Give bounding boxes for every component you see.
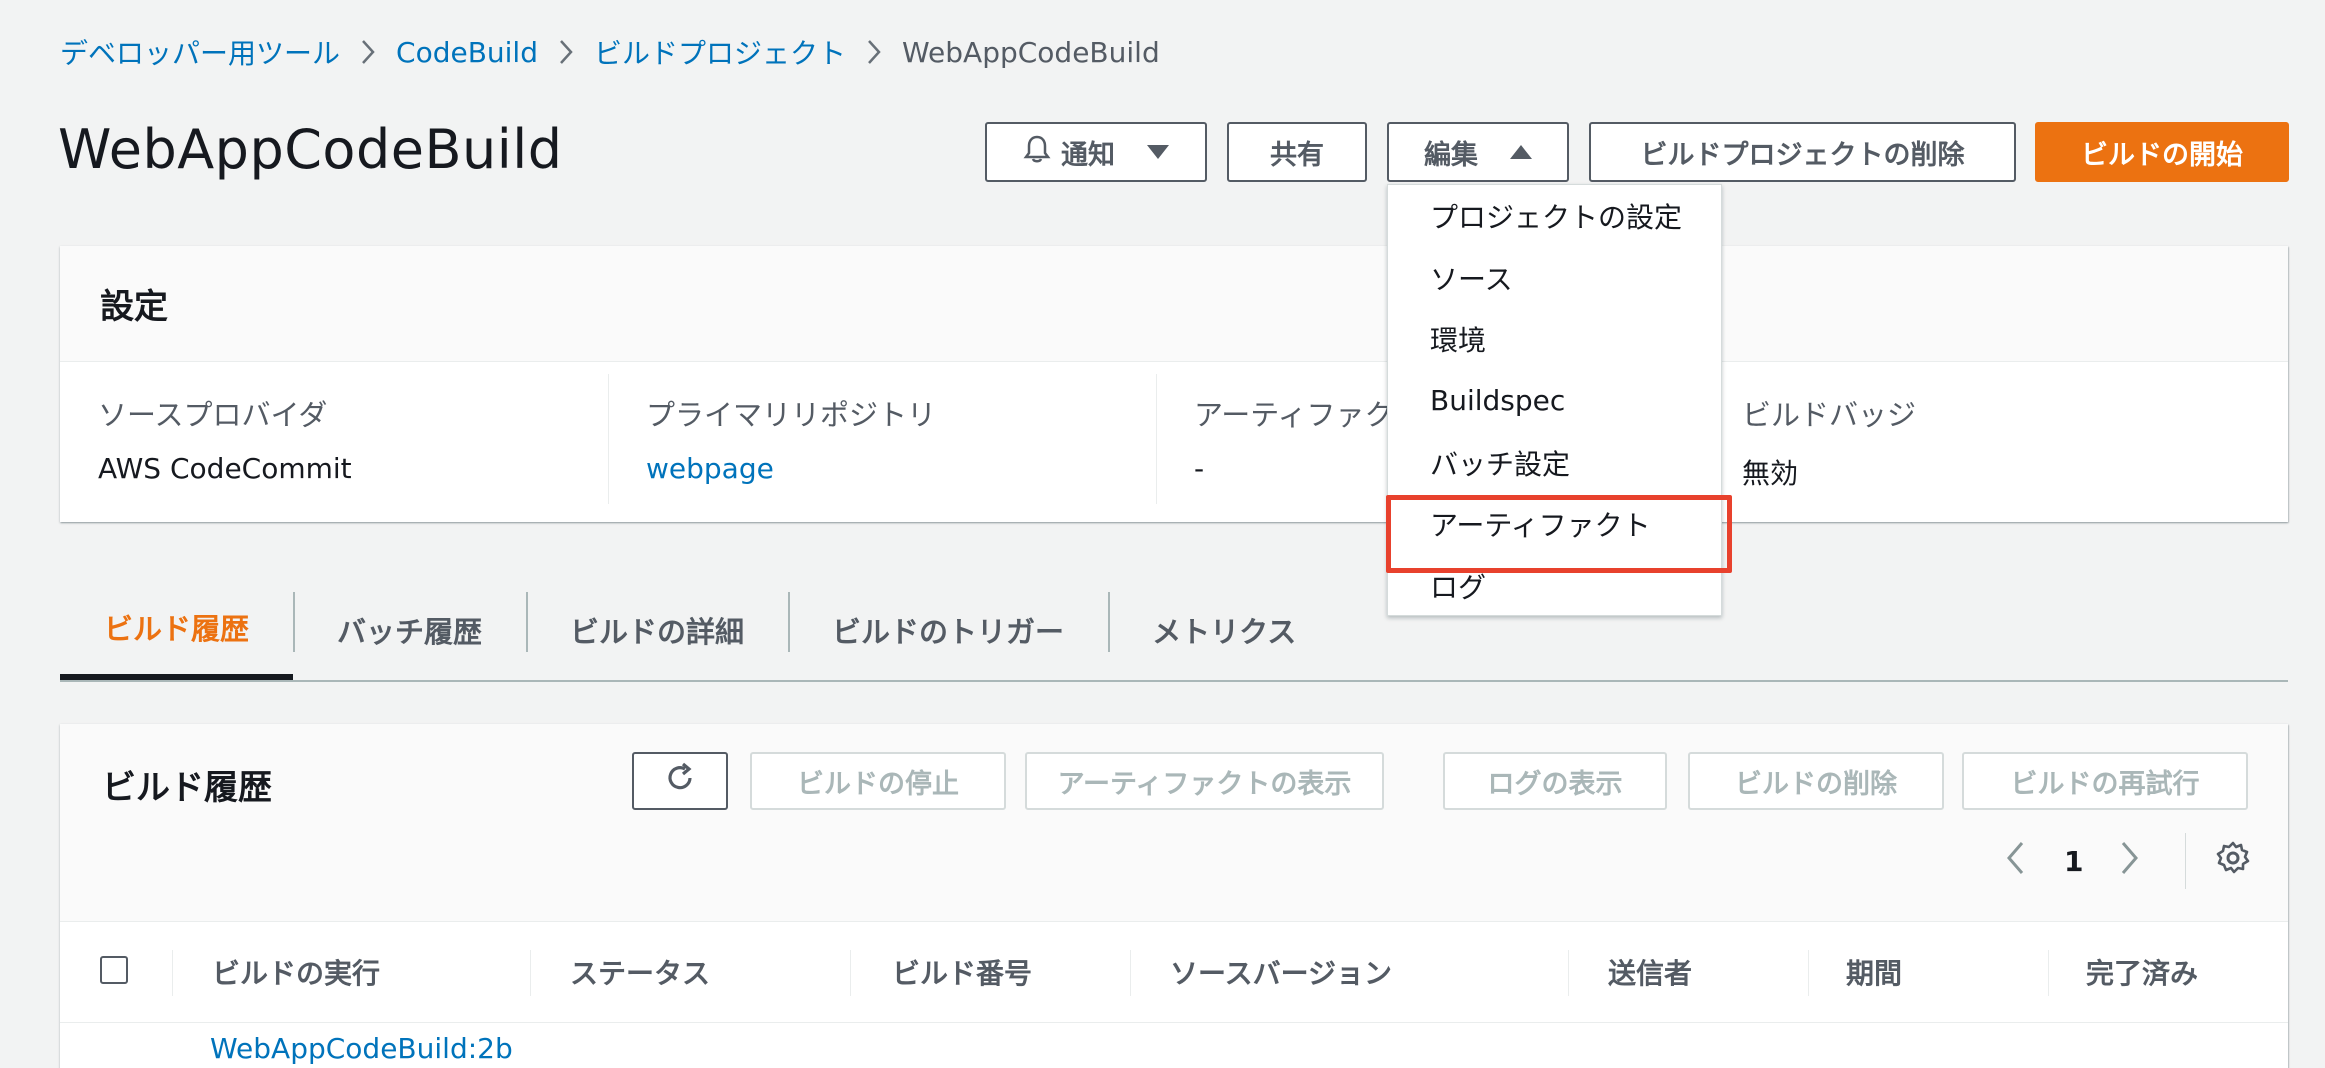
breadcrumb-current: WebAppCodeBuild	[902, 35, 1160, 69]
setting-value: AWS CodeCommit	[98, 452, 352, 485]
notify-button[interactable]: 通知	[985, 122, 1207, 182]
refresh-button[interactable]	[632, 752, 728, 810]
menu-item-artifacts[interactable]: アーティファクト	[1386, 493, 1732, 574]
column-divider	[530, 950, 531, 996]
column-completed[interactable]: 完了済み	[2086, 922, 2198, 1022]
gear-icon[interactable]	[2216, 841, 2250, 882]
notify-label: 通知	[1061, 139, 1115, 170]
menu-item-source[interactable]: ソース	[1388, 247, 1721, 309]
menu-item-buildspec[interactable]: Buildspec	[1388, 370, 1721, 432]
tab-batch-history[interactable]: バッチ履歴	[293, 580, 526, 680]
delete-project-button[interactable]: ビルドプロジェクトの削除	[1589, 122, 2016, 182]
pager-divider	[2185, 833, 2187, 889]
build-run-link[interactable]: WebAppCodeBuild:2b	[210, 1032, 513, 1065]
column-divider	[1568, 950, 1569, 996]
next-page-icon[interactable]	[2117, 840, 2141, 883]
chevron-right-icon	[846, 39, 902, 65]
view-logs-button[interactable]: ログの表示	[1443, 752, 1667, 810]
menu-item-batch-settings[interactable]: バッチ設定	[1388, 432, 1721, 494]
current-page[interactable]: 1	[2064, 845, 2083, 878]
build-history-header: ビルド履歴 ビルドの停止 アーティファクトの表示 ログの表示 ビルドの削除 ビル…	[60, 724, 2288, 922]
breadcrumb-build-projects[interactable]: ビルドプロジェクト	[594, 32, 846, 72]
table-header: ビルドの実行 ステータス ビルド番号 ソースバージョン 送信者 期間 完了済み	[60, 922, 2288, 1022]
edit-button[interactable]: 編集	[1387, 122, 1569, 182]
select-all-checkbox[interactable]	[100, 956, 128, 984]
column-divider	[2048, 950, 2049, 996]
chevron-right-icon	[340, 39, 396, 65]
column-source-version[interactable]: ソースバージョン	[1170, 922, 1392, 1022]
delete-build-button[interactable]: ビルドの削除	[1688, 752, 1944, 810]
settings-header: 設定	[60, 246, 2288, 362]
tab-build-triggers[interactable]: ビルドのトリガー	[788, 580, 1108, 680]
start-build-button[interactable]: ビルドの開始	[2035, 122, 2289, 182]
caret-down-icon	[1147, 145, 1169, 159]
setting-build-badge: ビルドバッジ 無効	[1704, 362, 2252, 522]
setting-primary-repository: プライマリリポジトリ webpage	[608, 362, 1156, 522]
tab-build-history[interactable]: ビルド履歴	[60, 580, 294, 680]
setting-label: ソースプロバイダ	[98, 398, 328, 432]
settings-panel: 設定 ソースプロバイダ AWS CodeCommit プライマリリポジトリ we…	[60, 246, 2288, 522]
menu-item-environment[interactable]: 環境	[1388, 308, 1721, 370]
edit-label: 編集	[1424, 139, 1478, 170]
tab-build-details[interactable]: ビルドの詳細	[526, 580, 788, 680]
column-status[interactable]: ステータス	[570, 922, 710, 1022]
breadcrumb-codebuild[interactable]: CodeBuild	[396, 36, 538, 69]
column-divider	[1808, 950, 1809, 996]
caret-up-icon	[1510, 145, 1532, 159]
view-artifacts-button[interactable]: アーティファクトの表示	[1025, 752, 1384, 810]
menu-item-logs[interactable]: ログ	[1388, 555, 1721, 617]
tab-metrics[interactable]: メトリクス	[1108, 580, 1340, 680]
breadcrumb: デベロッパー用ツール CodeBuild ビルドプロジェクト WebAppCod…	[60, 32, 1160, 72]
setting-label: プライマリリポジトリ	[646, 398, 937, 432]
column-submitter[interactable]: 送信者	[1608, 922, 1692, 1022]
settings-title: 設定	[100, 287, 168, 327]
breadcrumb-developer-tools[interactable]: デベロッパー用ツール	[60, 32, 340, 72]
setting-label: ビルドバッジ	[1742, 398, 1917, 432]
pagination: 1	[2004, 833, 2250, 889]
prev-page-icon[interactable]	[2004, 840, 2028, 883]
tab-bar: ビルド履歴 バッチ履歴 ビルドの詳細 ビルドのトリガー メトリクス	[60, 580, 2288, 682]
column-divider	[172, 950, 173, 996]
chevron-right-icon	[538, 39, 594, 65]
column-duration[interactable]: 期間	[1846, 922, 1902, 1022]
column-build-run[interactable]: ビルドの実行	[212, 922, 380, 1022]
page-title: WebAppCodeBuild	[58, 118, 563, 181]
bell-icon	[1023, 134, 1051, 171]
stop-build-button[interactable]: ビルドの停止	[750, 752, 1006, 810]
setting-value: 無効	[1742, 457, 1799, 490]
build-history-title: ビルド履歴	[102, 768, 272, 808]
repository-link[interactable]: webpage	[646, 452, 1156, 485]
menu-item-project-settings[interactable]: プロジェクトの設定	[1388, 185, 1721, 247]
column-build-number[interactable]: ビルド番号	[892, 922, 1032, 1022]
build-history-panel: ビルド履歴 ビルドの停止 アーティファクトの表示 ログの表示 ビルドの削除 ビル…	[60, 724, 2288, 1068]
setting-source-provider: ソースプロバイダ AWS CodeCommit	[60, 362, 608, 522]
column-divider	[850, 950, 851, 996]
share-button[interactable]: 共有	[1227, 122, 1367, 182]
retry-build-button[interactable]: ビルドの再試行	[1962, 752, 2248, 810]
refresh-icon	[663, 761, 697, 802]
row-divider	[60, 1022, 2288, 1023]
edit-dropdown-menu: プロジェクトの設定 ソース 環境 Buildspec バッチ設定 アーティファク…	[1386, 184, 1732, 617]
column-divider	[1130, 950, 1131, 996]
